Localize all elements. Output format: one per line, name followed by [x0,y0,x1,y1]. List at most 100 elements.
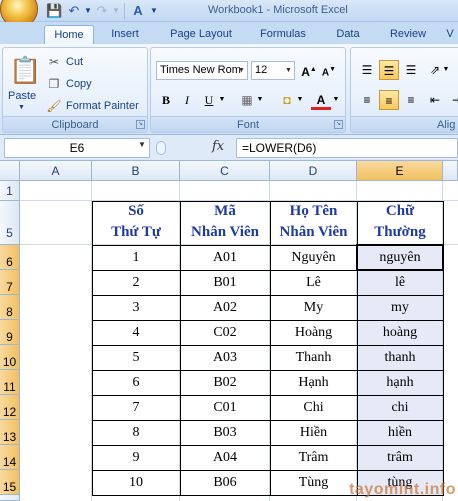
row-header-6[interactable]: 6 [0,245,20,270]
fill-color-icon[interactable]: ◘ [277,90,297,110]
stt-cell[interactable]: 5 [92,345,180,370]
tab-insert[interactable]: Insert [102,25,148,44]
ma-nhan-vien-cell[interactable]: A01 [180,245,270,270]
row-header-15[interactable]: 15 [0,470,20,495]
stt-cell[interactable]: 1 [92,245,180,270]
ma-nhan-vien-cell[interactable]: B01 [180,270,270,295]
format-painter-button[interactable]: Format Painter [66,100,139,112]
grow-font-icon[interactable]: A▲ [299,60,319,80]
chu-thuong-cell[interactable]: trâm [357,445,443,470]
row-header-8[interactable]: 8 [0,295,20,320]
stt-cell[interactable]: 8 [92,420,180,445]
align-center-icon[interactable]: ≡ [379,90,399,110]
chu-thuong-cell[interactable]: lê [357,270,443,295]
chu-thuong-cell[interactable]: hiền [357,420,443,445]
name-box[interactable]: E6 [4,138,150,158]
font-tool-icon[interactable]: A [130,3,146,19]
formula-input[interactable]: =LOWER(D6) [236,138,458,158]
borders-dropdown-icon[interactable]: ▼ [255,90,265,110]
italic-icon[interactable]: I [177,90,197,110]
ma-nhan-vien-cell[interactable]: B03 [180,420,270,445]
row-header-10[interactable]: 10 [0,345,20,370]
row-header-9[interactable]: 9 [0,320,20,345]
format-painter-icon[interactable]: 🖌 [46,98,62,114]
font-size-dropdown-icon[interactable]: ▼ [283,62,294,79]
row-header-5[interactable]: 5 [0,201,20,245]
tab-page-layout[interactable]: Page Layout [160,25,242,44]
row-header-7[interactable]: 7 [0,270,20,295]
decrease-indent-icon[interactable]: ⇤ [425,90,445,110]
orientation-dropdown-icon[interactable]: ▼ [441,60,451,80]
stt-cell[interactable]: 4 [92,320,180,345]
underline-dropdown-icon[interactable]: ▼ [217,90,227,110]
row-header-1[interactable]: 1 [0,181,20,201]
worksheet-grid[interactable]: A B C D E 1 5 6 7 8 9 10 11 12 13 14 15 … [0,161,458,501]
copy-icon[interactable]: ❐ [46,76,62,92]
fill-color-dropdown-icon[interactable]: ▼ [295,90,305,110]
ma-nhan-vien-cell[interactable]: B06 [180,470,270,495]
chu-thuong-cell[interactable]: chi [357,395,443,420]
tab-review[interactable]: Review [380,25,436,44]
select-all-corner[interactable] [0,161,20,181]
stt-cell[interactable]: 9 [92,445,180,470]
column-header-e[interactable]: E [357,161,443,181]
stt-cell[interactable]: 7 [92,395,180,420]
tab-formulas[interactable]: Formulas [252,25,314,44]
row-header-12[interactable]: 12 [0,395,20,420]
chu-thuong-cell[interactable]: thanh [357,345,443,370]
ho-ten-cell[interactable]: Trâm [270,445,357,470]
formula-bar-splitter[interactable] [156,141,166,155]
bold-icon[interactable]: B [156,90,176,110]
column-header-b[interactable]: B [92,161,180,181]
stt-cell[interactable]: 3 [92,295,180,320]
ho-ten-cell[interactable]: My [270,295,357,320]
active-cell[interactable] [356,244,444,271]
align-middle-icon[interactable]: ☰ [379,60,399,80]
ma-nhan-vien-cell[interactable]: B02 [180,370,270,395]
font-size-select[interactable]: 12 ▼ [251,61,295,80]
align-top-icon[interactable]: ☰ [357,60,377,80]
paste-dropdown-icon[interactable]: ▼ [18,104,25,111]
ho-ten-cell[interactable]: Lê [270,270,357,295]
font-color-icon[interactable]: A [311,90,331,110]
header-cell-ho-ten[interactable]: Họ Tên Nhân Viên [270,201,357,245]
ma-nhan-vien-cell[interactable]: A04 [180,445,270,470]
font-color-dropdown-icon[interactable]: ▼ [331,90,341,110]
column-header-c[interactable]: C [180,161,270,181]
stt-cell[interactable]: 6 [92,370,180,395]
ho-ten-cell[interactable]: Nguyên [270,245,357,270]
chu-thuong-cell[interactable]: hạnh [357,370,443,395]
row-header-14[interactable]: 14 [0,445,20,470]
customize-quick-access-icon[interactable]: ▼ [146,3,162,19]
font-name-dropdown-icon[interactable]: ▼ [236,62,247,79]
ho-ten-cell[interactable]: Hoàng [270,320,357,345]
column-header-d[interactable]: D [270,161,357,181]
row-header-13[interactable]: 13 [0,420,20,445]
ho-ten-cell[interactable]: Hạnh [270,370,357,395]
copy-button[interactable]: Copy [66,78,92,90]
header-cell-so-thu-tu[interactable]: Số Thứ Tự [92,201,180,245]
font-name-select[interactable]: Times New Rom ▼ [156,61,248,80]
paste-button[interactable]: Paste [8,90,36,102]
chu-thuong-cell[interactable]: my [357,295,443,320]
tab-home[interactable]: Home [44,25,94,44]
ho-ten-cell[interactable]: Hiền [270,420,357,445]
ma-nhan-vien-cell[interactable]: C02 [180,320,270,345]
shrink-font-icon[interactable]: A▼ [319,60,339,80]
insert-function-icon[interactable]: fx [212,139,224,154]
ho-ten-cell[interactable]: Chi [270,395,357,420]
ho-ten-cell[interactable]: Tùng [270,470,357,495]
chu-thuong-cell[interactable]: hoàng [357,320,443,345]
tab-view[interactable]: V [442,25,458,44]
header-cell-chu-thuong[interactable]: Chữ Thường [357,201,443,245]
ma-nhan-vien-cell[interactable]: A02 [180,295,270,320]
row-header-11[interactable]: 11 [0,370,20,395]
stt-cell[interactable]: 10 [92,470,180,495]
header-cell-ma-nhan-vien[interactable]: Mã Nhân Viên [180,201,270,245]
row-header-16[interactable] [0,495,20,501]
name-box-dropdown-icon[interactable]: ▼ [138,140,146,149]
save-icon[interactable]: 💾 [46,3,62,19]
column-header-f[interactable] [443,161,458,181]
ma-nhan-vien-cell[interactable]: A03 [180,345,270,370]
paste-icon[interactable]: 📋 [9,54,41,86]
